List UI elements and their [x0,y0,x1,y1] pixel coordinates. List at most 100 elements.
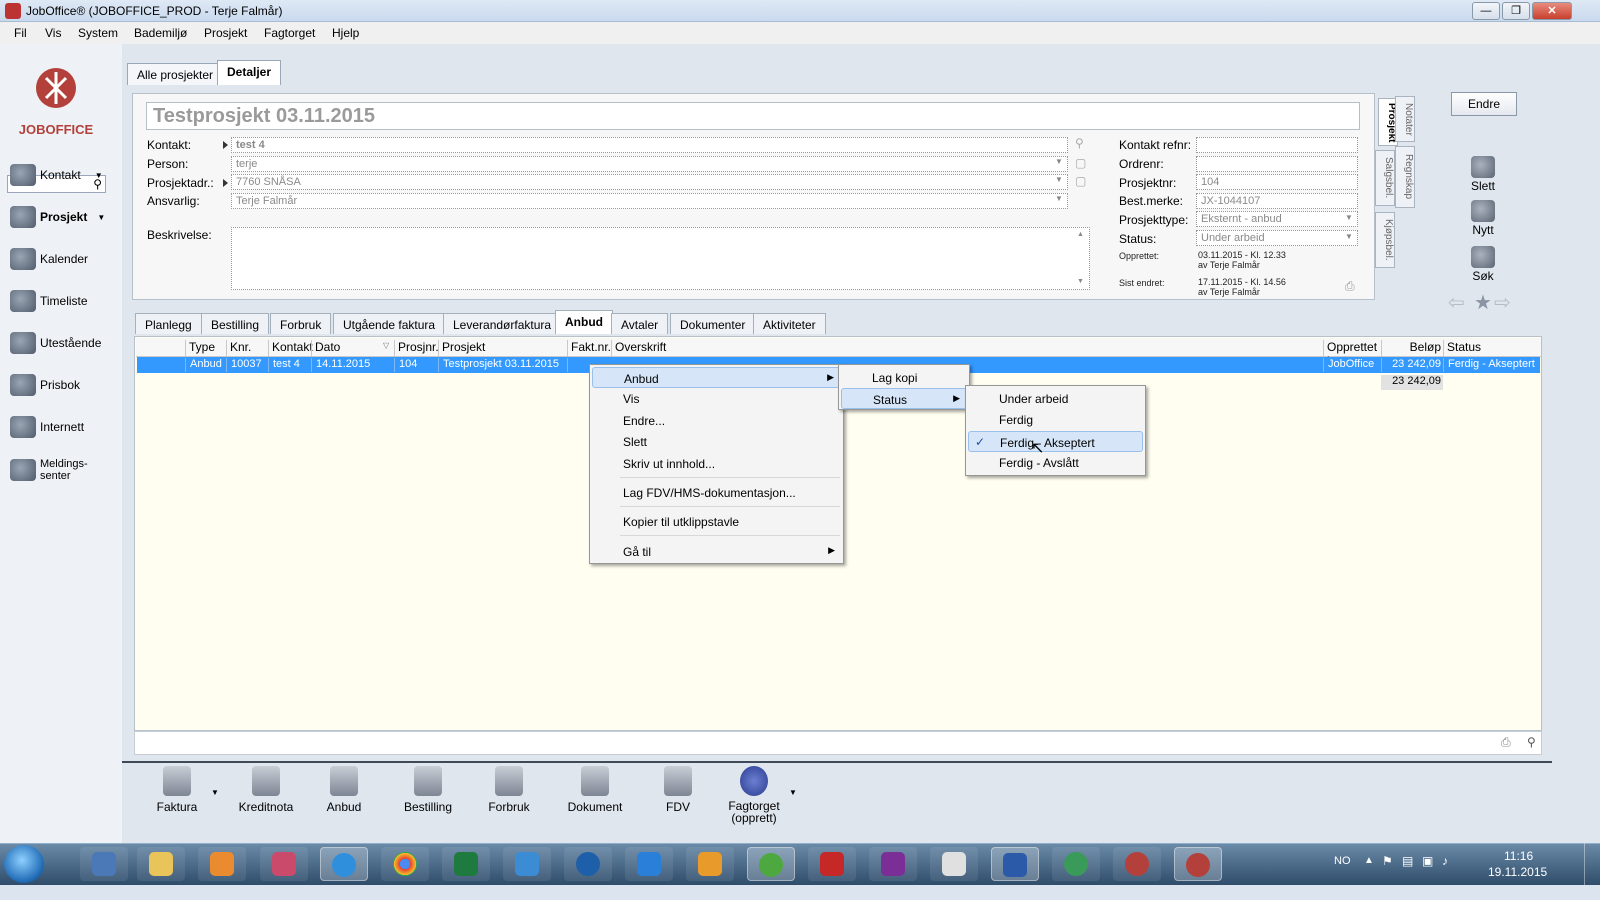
menu-item-ga-til[interactable]: Gå til ▶ [592,541,841,562]
kontakt-refnr-field[interactable] [1196,137,1358,153]
prosjektadr-field[interactable]: 7760 SNÅSA [231,174,1068,190]
forbruk-button[interactable]: Forbruk [467,766,551,814]
star-icon[interactable]: ★ [1474,290,1492,315]
tab-kjopsbel[interactable]: Kjøpsbel. [1375,212,1395,268]
tab-detaljer[interactable]: Detaljer [217,60,282,85]
sidebar-item-meldingssenter[interactable]: Meldings- senter [10,456,122,484]
menu-item-ferdig[interactable]: Ferdig [968,409,1143,430]
taskbar-app-tool[interactable] [930,847,978,881]
column-header-kontakt[interactable]: Kontakt [268,340,313,357]
sidebar-item-prosjekt[interactable]: Prosjekt ▼ [10,203,122,231]
chevron-down-icon[interactable]: ▼ [1345,213,1353,222]
anbud-button[interactable]: Anbud [302,766,386,814]
tab-notater[interactable]: Notater [1395,96,1415,142]
chevron-down-icon[interactable]: ▼ [1055,157,1063,166]
go-to-arrow-icon[interactable] [223,141,228,149]
chevron-down-icon[interactable]: ▼ [97,213,105,222]
flag-icon[interactable]: ⚑ [1382,854,1393,868]
fdv-button[interactable]: FDV [636,766,720,814]
project-title[interactable]: Testprosjekt 03.11.2015 [146,102,1360,130]
nytt-button[interactable]: Nytt [1453,200,1513,237]
endre-button[interactable]: Endre [1451,92,1517,116]
chevron-down-icon[interactable]: ▼ [789,788,797,797]
taskbar-app-joboffice-1[interactable] [1113,847,1161,881]
show-hidden-icons-icon[interactable]: ▲ [1364,855,1374,866]
sidebar-item-kontakt[interactable]: Kontakt ▼ [10,161,122,189]
search-icon[interactable]: ⚲ [1075,136,1084,150]
device-icon[interactable]: ▣ [1422,854,1433,868]
tab-anbud[interactable]: Anbud [555,310,613,334]
beskrivelse-field[interactable] [231,227,1090,290]
taskbar-app-ie[interactable] [320,847,368,881]
menu-item-ferdig-akseptert[interactable]: ✓ Ferdig - Akseptert [968,431,1143,452]
tab-forbruk[interactable]: Forbruk [270,313,332,334]
menu-item-ferdig-avslatt[interactable]: Ferdig - Avslått [968,452,1143,473]
taskbar-app-excel[interactable] [442,847,490,881]
arrow-left-icon[interactable]: ⇦ [1448,290,1465,315]
tab-avtaler[interactable]: Avtaler [611,313,669,334]
column-header-opprettet-i[interactable]: Opprettet i [1323,340,1381,368]
minimize-button[interactable]: — [1472,2,1500,20]
column-header-type[interactable]: Type [185,340,226,357]
maximize-button[interactable]: ❐ [1502,2,1530,20]
taskbar-app-globe[interactable] [1052,847,1100,881]
menu-item-under-arbeid[interactable]: Under arbeid [968,388,1143,409]
sidebar-item-utestaende[interactable]: Utestående [10,329,122,357]
taskbar-app-snipping[interactable] [260,847,308,881]
taskbar-app-explorer-computer[interactable] [80,847,128,881]
tab-utgaende-faktura[interactable]: Utgående faktura [333,313,446,334]
taskbar-app-folder[interactable] [137,847,185,881]
menu-item-lag-fdv[interactable]: Lag FDV/HMS-dokumentasjon... [592,482,841,503]
network-icon[interactable]: ▤ [1402,854,1413,868]
person-field[interactable]: terje [231,156,1068,172]
taskbar-app-lync[interactable] [503,847,551,881]
start-button[interactable] [4,845,44,883]
menu-item-endre[interactable]: Endre... [592,410,841,431]
document-icon[interactable]: ▢ [1075,156,1086,170]
taskbar-app-word[interactable] [991,847,1039,881]
taskbar-app-leaf[interactable] [747,847,795,881]
prosjektnr-field[interactable]: 104 [1196,174,1358,190]
status-select[interactable]: Under arbeid [1196,230,1358,246]
tab-alle-prosjekter[interactable]: Alle prosjekter [127,63,224,85]
dokument-button[interactable]: Dokument [553,766,637,814]
menu-item-anbud[interactable]: Anbud ▶ [592,367,841,388]
best-merke-field[interactable]: JX-1044107 [1196,193,1358,209]
column-header-fakt-nr[interactable]: Fakt.nr. [567,340,611,357]
tab-leverandorfaktura[interactable]: Leverandørfaktura [443,313,562,334]
column-header-overskrift[interactable]: Overskrift [611,340,1323,357]
show-desktop-button[interactable] [1584,843,1598,885]
chevron-down-icon[interactable]: ▼ [95,171,103,180]
kontakt-field[interactable]: test 4 [231,137,1068,153]
arrow-right-icon[interactable]: ⇨ [1494,290,1511,315]
taskbar-app-chrome[interactable] [381,847,429,881]
kreditnota-button[interactable]: Kreditnota [224,766,308,814]
faktura-button[interactable]: Faktura [135,766,219,814]
prosjekttype-select[interactable]: Eksternt - anbud [1196,211,1358,227]
tab-planlegg[interactable]: Planlegg [135,313,202,334]
scroll-up-icon[interactable]: ▲ [1077,231,1084,238]
column-header-status[interactable]: Status [1443,340,1540,357]
menu-hjelp[interactable]: Hjelp [332,26,359,40]
chevron-down-icon[interactable]: ▼ [1055,194,1063,203]
taskbar-app-media[interactable] [198,847,246,881]
menu-item-vis[interactable]: Vis [592,388,841,409]
close-button[interactable]: ✕ [1532,2,1572,20]
printer-icon[interactable]: ⎙ [1345,279,1355,294]
menu-item-kopier[interactable]: Kopier til utklippstavle [592,511,841,532]
taskbar-app-teamviewer[interactable] [625,847,673,881]
slett-button[interactable]: Slett [1453,156,1513,193]
menu-bademiljo[interactable]: Bademiljø [134,26,187,40]
sidebar-item-timeliste[interactable]: Timeliste [10,287,122,315]
column-header-prosjnr[interactable]: Prosjnr. [394,340,439,357]
taskbar-app-remote[interactable] [564,847,612,881]
volume-icon[interactable]: ♪ [1442,854,1448,868]
taskbar-app-onenote[interactable] [869,847,917,881]
taskbar-app-joboffice-2[interactable] [1174,847,1222,881]
menu-system[interactable]: System [78,26,118,40]
document-icon[interactable]: ▢ [1075,174,1086,188]
sidebar-item-kalender[interactable]: Kalender [10,245,122,273]
language-indicator[interactable]: NO [1334,855,1351,867]
sort-icon[interactable]: ▽ [383,341,389,350]
sidebar-item-internett[interactable]: Internett [10,413,122,441]
